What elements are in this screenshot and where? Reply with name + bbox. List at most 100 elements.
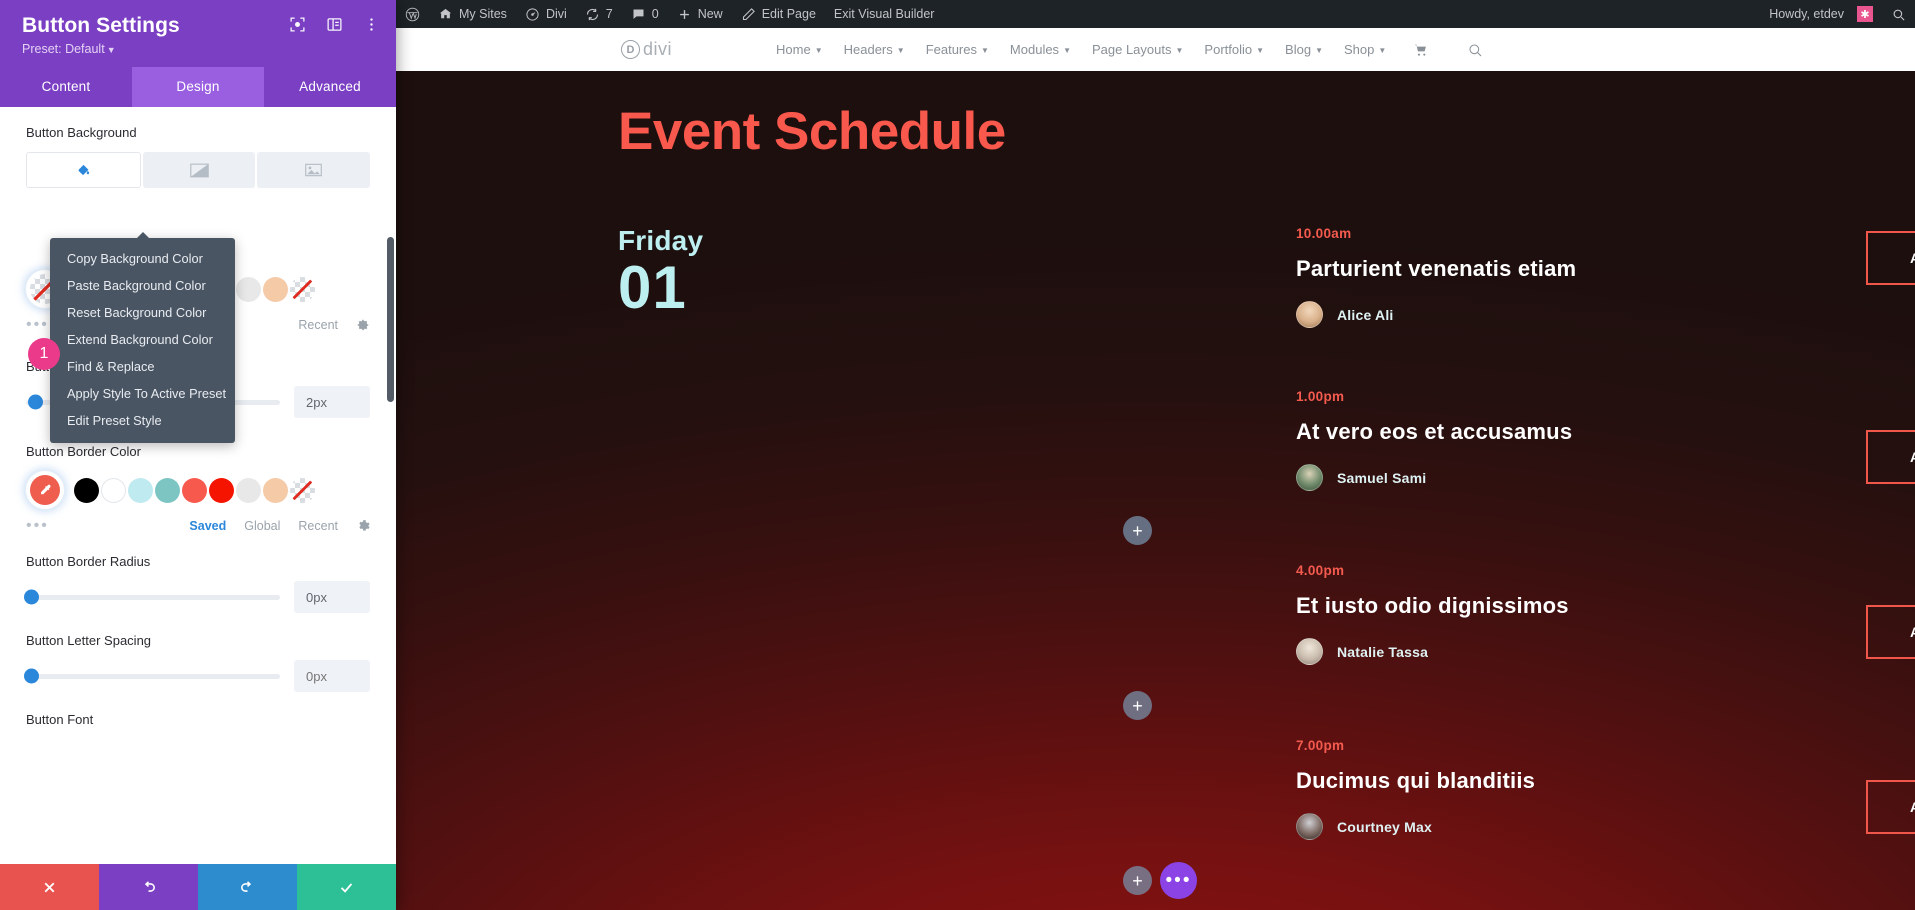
module-actions-button[interactable]: ••• — [1160, 862, 1197, 899]
adminbar-new[interactable]: New — [668, 0, 732, 28]
slider-knob[interactable] — [24, 589, 39, 605]
nav-label: Shop — [1344, 42, 1375, 57]
add-module-button[interactable]: + — [1123, 866, 1152, 895]
swatch-white[interactable] — [101, 477, 126, 503]
swatch-teal[interactable] — [155, 477, 180, 503]
swatch-tab-saved[interactable]: Saved — [189, 519, 226, 533]
add-module-button[interactable]: + — [1123, 691, 1152, 720]
redo-button[interactable] — [198, 864, 297, 910]
undo-button[interactable] — [99, 864, 198, 910]
nav-label: Features — [925, 42, 977, 57]
button-border-radius-label: Button Border Radius — [26, 554, 151, 570]
panel-action-bar — [0, 864, 396, 910]
adminbar-exit-visual-builder[interactable]: Exit Visual Builder — [825, 0, 944, 28]
panel-tabs: Content Design Advanced — [0, 67, 396, 108]
nav-item-features[interactable]: Features ▼ — [926, 42, 989, 57]
context-menu-item-copy-background-color[interactable]: Copy Background Color — [50, 245, 235, 272]
adminbar-wordpress-logo[interactable] — [396, 0, 429, 28]
swatch-coral[interactable] — [182, 477, 207, 503]
nav-item-shop[interactable]: Shop ▼ — [1344, 42, 1386, 57]
adminbar-my-sites-label: My Sites — [459, 7, 507, 21]
background-type-image[interactable] — [257, 152, 371, 189]
undo-icon — [144, 880, 155, 892]
add-to-calendar-button[interactable]: Add to Calendar — [1866, 780, 1915, 834]
swatch-red[interactable] — [209, 477, 234, 503]
nav-label: Page Layouts — [1091, 42, 1172, 57]
nav-item-blog[interactable]: Blog ▼ — [1285, 42, 1323, 57]
more-options-icon[interactable]: ••• — [26, 317, 49, 333]
chevron-down-icon: ▼ — [1175, 46, 1184, 55]
nav-label: Headers — [843, 42, 893, 57]
nav-label: Home — [776, 42, 811, 57]
border-radius-input[interactable] — [294, 581, 370, 614]
tab-design[interactable]: Design — [132, 67, 264, 108]
nav-item-headers[interactable]: Headers ▼ — [844, 42, 905, 57]
field-button-letter-spacing: Button Letter Spacing — [24, 633, 370, 693]
slider-knob[interactable] — [28, 394, 43, 410]
letter-spacing-slider[interactable] — [24, 668, 280, 684]
swatch-peach[interactable] — [263, 477, 288, 503]
preset-selector[interactable]: Preset: Default ▼ — [22, 42, 374, 56]
add-to-calendar-button[interactable]: Add to Calendar — [1866, 231, 1915, 285]
context-menu-item-edit-preset-style[interactable]: Edit Preset Style — [50, 407, 235, 434]
letter-spacing-input[interactable] — [294, 660, 370, 693]
adminbar-updates[interactable]: 7 — [576, 0, 622, 28]
divi-logo-mark: D — [621, 40, 640, 59]
nav-item-modules[interactable]: Modules ▼ — [1010, 42, 1071, 57]
border-radius-slider[interactable] — [24, 589, 280, 605]
add-module-button[interactable]: + — [1123, 516, 1152, 545]
nav-item-home[interactable]: Home ▼ — [776, 42, 823, 57]
swatch-light-gray[interactable] — [236, 276, 261, 302]
nav-item-portfolio[interactable]: Portfolio ▼ — [1204, 42, 1264, 57]
context-menu-item-find-and-replace[interactable]: Find & Replace — [50, 353, 235, 380]
cart-icon[interactable] — [1413, 42, 1429, 58]
add-to-calendar-button[interactable]: Add to Calendar — [1866, 430, 1915, 484]
swatch-light-gray[interactable] — [236, 477, 261, 503]
context-menu-item-reset-background-color[interactable]: Reset Background Color — [50, 299, 235, 326]
swatch-none[interactable] — [290, 477, 315, 503]
more-options-icon[interactable]: ••• — [26, 518, 49, 534]
gear-icon[interactable] — [356, 318, 370, 332]
tab-content[interactable]: Content — [0, 67, 132, 107]
nav-item-page-layouts[interactable]: Page Layouts ▼ — [1092, 42, 1183, 57]
slider-knob[interactable] — [24, 668, 39, 684]
chevron-down-icon: ▼ — [981, 46, 989, 55]
background-type-gradient[interactable] — [142, 152, 256, 189]
layout-icon[interactable] — [326, 16, 343, 33]
background-type-color[interactable] — [26, 152, 141, 189]
swatch-none[interactable] — [290, 276, 315, 302]
add-to-calendar-button[interactable]: Add to Calendar — [1866, 605, 1915, 659]
adminbar-divi-label: Divi — [545, 7, 567, 21]
context-menu-item-paste-background-color[interactable]: Paste Background Color — [50, 272, 235, 299]
adminbar-search[interactable] — [1882, 0, 1915, 28]
border-width-input[interactable] — [294, 386, 370, 419]
chevron-down-icon: ▼ — [814, 46, 823, 55]
avatar — [1296, 301, 1323, 328]
panel-scrollbar[interactable] — [387, 237, 394, 403]
swatch-black[interactable] — [74, 477, 99, 503]
swatch-tab-recent[interactable]: Recent — [298, 318, 338, 332]
site-logo[interactable]: D divi — [621, 39, 672, 60]
target-icon[interactable] — [289, 16, 306, 33]
day-block: Friday 01 — [618, 225, 703, 318]
save-button[interactable] — [297, 864, 396, 910]
cancel-button[interactable] — [0, 864, 99, 910]
swatch-light-blue[interactable] — [128, 477, 153, 503]
button-letter-spacing-label: Button Letter Spacing — [26, 633, 152, 649]
swatch-peach[interactable] — [263, 276, 288, 302]
swatch-tab-global[interactable]: Global — [244, 519, 280, 533]
swatch-tab-recent[interactable]: Recent — [298, 519, 338, 533]
context-menu-item-apply-style-to-active-preset[interactable]: Apply Style To Active Preset — [50, 380, 235, 407]
tab-advanced[interactable]: Advanced — [264, 67, 396, 107]
adminbar-comments[interactable]: 0 — [622, 0, 668, 28]
adminbar-edit-page[interactable]: Edit Page — [732, 0, 825, 28]
adminbar-my-sites[interactable]: My Sites — [429, 0, 516, 28]
active-border-color-swatch[interactable] — [26, 471, 64, 510]
more-vertical-icon[interactable] — [363, 16, 380, 33]
context-menu-item-extend-background-color[interactable]: Extend Background Color — [50, 326, 235, 353]
adminbar-divi[interactable]: Divi — [516, 0, 576, 28]
panel-body: Button Background ••• Recent 2px Button … — [0, 107, 396, 864]
search-icon[interactable] — [1467, 42, 1483, 58]
gear-icon[interactable] — [356, 519, 370, 533]
adminbar-howdy[interactable]: Howdy, etdev ✱ — [1760, 0, 1882, 28]
